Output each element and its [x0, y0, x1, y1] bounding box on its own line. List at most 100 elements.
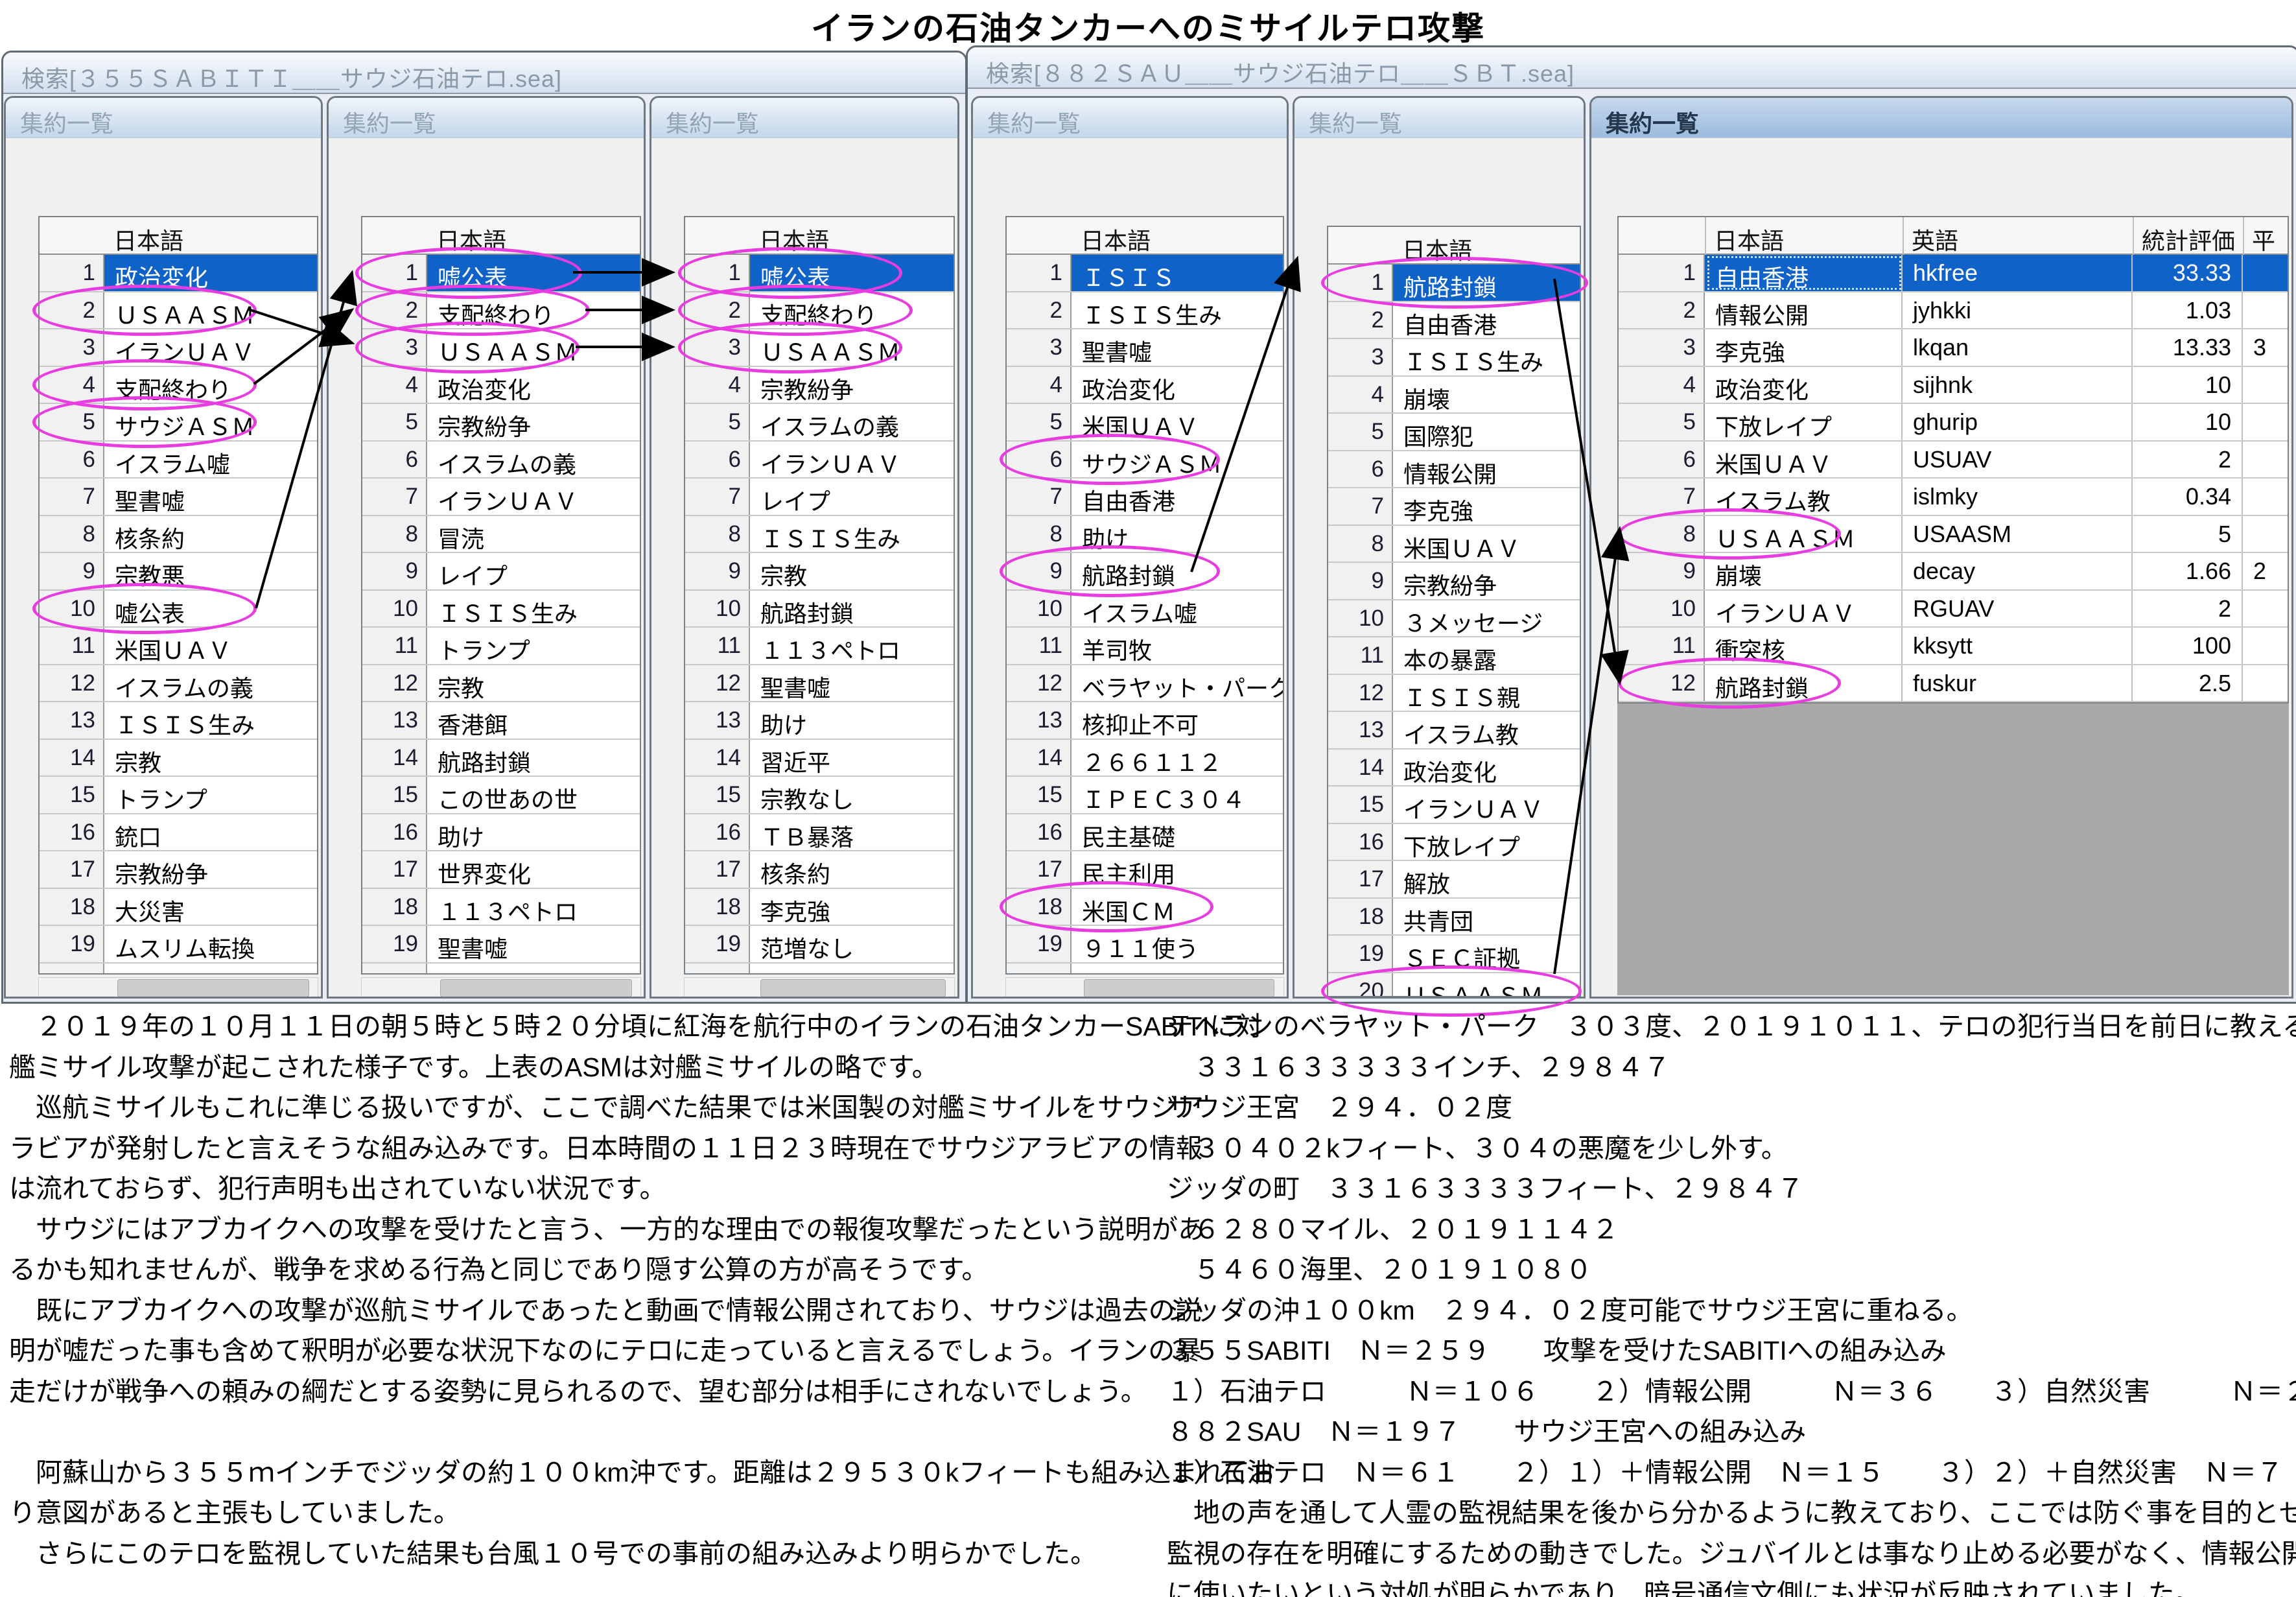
list-row[interactable]: 12航路封鎖fuskur2.5 [1619, 665, 2288, 703]
list-row[interactable]: 6米国ＵＡＶUSUAV2 [1619, 442, 2288, 479]
list-row[interactable]: 19９１１使う [1007, 926, 1283, 964]
list-row[interactable]: 11羊司牧 [1007, 628, 1283, 665]
list-row[interactable]: 16ＴＢ暴落 [685, 814, 954, 852]
list-row[interactable]: 9航路封鎖 [1007, 553, 1283, 591]
list-row[interactable]: 2支配終わり [685, 292, 954, 330]
list-row[interactable]: 1自由香港hkfree33.33 [1619, 255, 2288, 292]
list-row[interactable]: 15トランプ [40, 777, 317, 814]
h-scrollbar-thumb[interactable] [760, 979, 946, 997]
list-row[interactable]: 2ＩＳＩＳ生み [1007, 292, 1283, 330]
column-header-english[interactable]: 英語 [1912, 222, 1958, 256]
list-row[interactable]: 18大災害 [40, 889, 317, 927]
list-row[interactable] [1007, 964, 1283, 975]
column-header-japanese[interactable]: 日本語 [1714, 222, 1784, 256]
list-row[interactable]: 7自由香港 [1007, 479, 1283, 516]
list-row[interactable] [40, 964, 317, 975]
list-row[interactable]: 1政治変化 [40, 255, 317, 292]
list-row[interactable]: 1航路封鎖 [1328, 265, 1580, 302]
list-row[interactable]: 17宗教紛争 [40, 851, 317, 889]
list-row[interactable]: 6イスラムの義 [362, 442, 640, 479]
list-row[interactable]: 9宗教 [685, 553, 954, 591]
panel-caption[interactable]: 集約一覧 [1294, 98, 1584, 138]
list-row[interactable]: 4崩壊 [1328, 377, 1580, 414]
list-row[interactable]: 7イランＵＡＶ [362, 479, 640, 516]
list-row[interactable]: 12ＩＳＩＳ親 [1328, 675, 1580, 713]
list-row[interactable]: 5イスラムの義 [685, 404, 954, 442]
list-row[interactable]: 7レイプ [685, 479, 954, 516]
h-scrollbar[interactable] [361, 977, 641, 998]
window-titlebar[interactable]: 検索[３５５ＳＡＢＩＴＩ＿＿サウジ石油テロ.sea] [3, 53, 965, 94]
h-scrollbar[interactable] [1005, 977, 1284, 998]
list-row[interactable]: 19ムスリム転換 [40, 926, 317, 964]
list-row[interactable]: 10ＩＳＩＳ生み [362, 591, 640, 628]
list-row[interactable]: 15宗教なし [685, 777, 954, 814]
list-row[interactable]: 16下放レイプ [1328, 824, 1580, 862]
list-row[interactable]: 8冒涜 [362, 516, 640, 554]
list-row[interactable]: 2支配終わり [362, 292, 640, 330]
list-row[interactable]: 17世界変化 [362, 851, 640, 889]
list-row[interactable]: 14宗教 [40, 740, 317, 777]
list-row[interactable]: 18１１３ペトロ [362, 889, 640, 927]
list-row[interactable]: 19聖書嘘 [362, 926, 640, 964]
h-scrollbar-thumb[interactable] [1084, 979, 1274, 997]
list-row[interactable]: 10嘘公表 [40, 591, 317, 628]
list-row[interactable]: 5宗教紛争 [362, 404, 640, 442]
column-header-japanese[interactable]: 日本語 [113, 222, 183, 256]
list-row[interactable]: 17民主利用 [1007, 851, 1283, 889]
list-row[interactable]: 4政治変化sijhnk10 [1619, 367, 2288, 405]
list-row[interactable]: 5下放レイプghurip10 [1619, 404, 2288, 442]
list-row[interactable]: 16助け [362, 814, 640, 852]
list-row[interactable]: 3ＵＳＡＡＳＭ [685, 329, 954, 367]
list-row[interactable]: 7イスラム教islmky0.34 [1619, 479, 2288, 516]
list-row[interactable]: 16銃口 [40, 814, 317, 852]
list-row[interactable]: 11トランプ [362, 628, 640, 665]
list-row[interactable]: 10イスラム嘘 [1007, 591, 1283, 628]
list-row[interactable]: 11本の暴露 [1328, 637, 1580, 675]
window-titlebar[interactable]: 検索[８８２ＳＡＵ＿＿サウジ石油テロ＿＿ＳＢＴ.sea] [968, 47, 2296, 89]
list-row[interactable]: 1嘘公表 [685, 255, 954, 292]
list-row[interactable]: 11１１３ペトロ [685, 628, 954, 665]
h-scrollbar-thumb[interactable] [440, 979, 632, 997]
list-row[interactable]: 11衝突核kksytt100 [1619, 628, 2288, 665]
list-row[interactable]: 3聖書嘘 [1007, 329, 1283, 367]
list-row[interactable]: 18米国ＣＭ [1007, 889, 1283, 927]
list-row[interactable]: 13香港餌 [362, 702, 640, 740]
list-row[interactable]: 2自由香港 [1328, 302, 1580, 340]
list-row[interactable]: 10航路封鎖 [685, 591, 954, 628]
list-row[interactable]: 13ＩＳＩＳ生み [40, 702, 317, 740]
list-row[interactable]: 13助け [685, 702, 954, 740]
list-row[interactable]: 14政治変化 [1328, 750, 1580, 787]
column-header-stat[interactable]: 統計評価 [2142, 222, 2235, 256]
list-row[interactable]: 6イランＵＡＶ [685, 442, 954, 479]
list-row[interactable]: 5サウジＡＳＭ [40, 404, 317, 442]
column-header-japanese[interactable]: 日本語 [1402, 232, 1472, 266]
panel-caption[interactable]: 集約一覧 [6, 98, 321, 138]
panel-caption[interactable]: 集約一覧 [973, 98, 1287, 138]
panel-caption[interactable]: 集約一覧 [651, 98, 957, 138]
list-row[interactable]: 15ＩＰＥＣ３０４ [1007, 777, 1283, 814]
list-row[interactable]: 12ベラヤット・パーク [1007, 665, 1283, 703]
list-row[interactable]: 9崩壊decay1.662 [1619, 553, 2288, 591]
list-row[interactable]: 15この世あの世 [362, 777, 640, 814]
h-scrollbar-thumb[interactable] [117, 979, 309, 997]
list-row[interactable]: 3李克強lkqan13.333 [1619, 329, 2288, 367]
list-row[interactable]: 1ＩＳＩＳ [1007, 255, 1283, 292]
list-row[interactable]: 3ＩＳＩＳ生み [1328, 339, 1580, 377]
panel-caption[interactable]: 集約一覧 [329, 98, 644, 138]
list-row[interactable]: 7聖書嘘 [40, 479, 317, 516]
list-row[interactable]: 4政治変化 [1007, 367, 1283, 405]
list-row[interactable]: 13核抑止不可 [1007, 702, 1283, 740]
list-row[interactable]: 19范増なし [685, 926, 954, 964]
list-row[interactable]: 15イランＵＡＶ [1328, 787, 1580, 824]
list-row[interactable]: 6サウジＡＳＭ [1007, 442, 1283, 479]
list-row[interactable]: 4政治変化 [362, 367, 640, 405]
column-header-japanese[interactable]: 日本語 [1081, 222, 1151, 256]
column-header-japanese[interactable]: 日本語 [436, 222, 506, 256]
list-row[interactable]: 11米国ＵＡＶ [40, 628, 317, 665]
list-row[interactable]: 16民主基礎 [1007, 814, 1283, 852]
list-row[interactable]: 14習近平 [685, 740, 954, 777]
list-row[interactable]: 14航路封鎖 [362, 740, 640, 777]
list-row[interactable]: 19ＳＥＣ証拠 [1328, 936, 1580, 973]
list-row[interactable]: 5国際犯 [1328, 414, 1580, 451]
column-header-japanese[interactable]: 日本語 [759, 222, 829, 256]
